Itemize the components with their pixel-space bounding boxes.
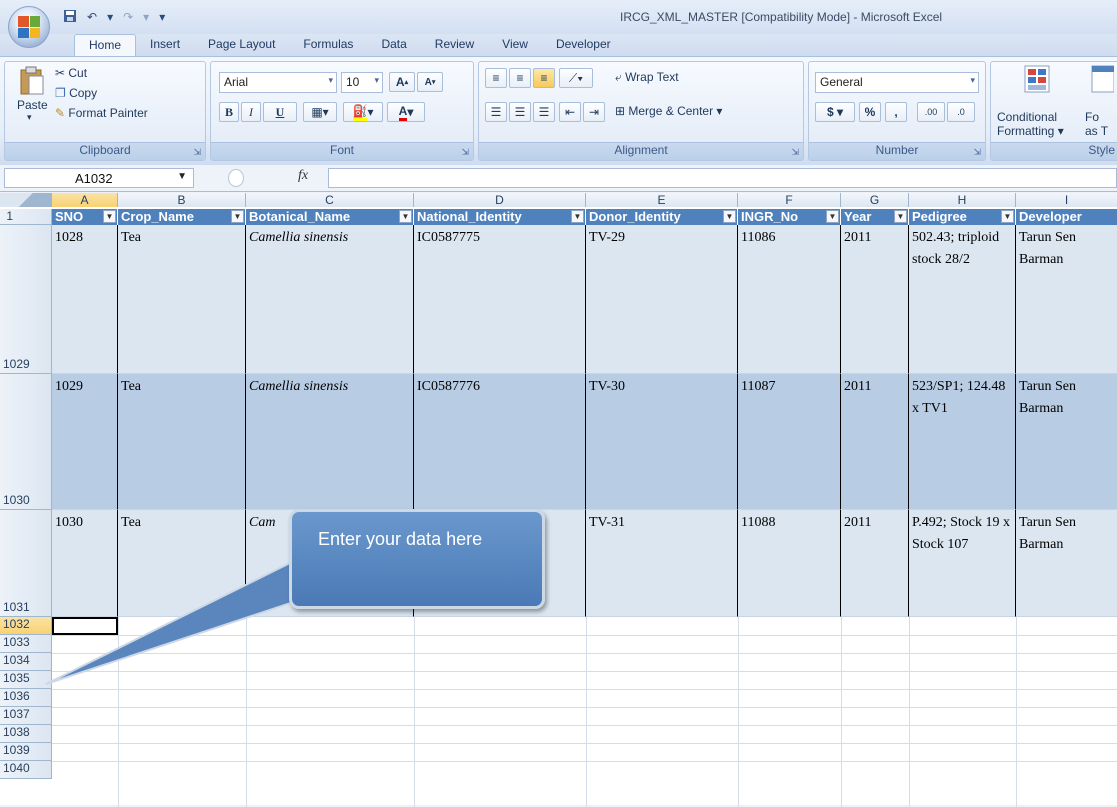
office-logo-icon (18, 16, 40, 38)
callout-pointer (45, 558, 320, 685)
office-button[interactable] (8, 6, 50, 48)
callout-box: Enter your data here (289, 509, 545, 609)
